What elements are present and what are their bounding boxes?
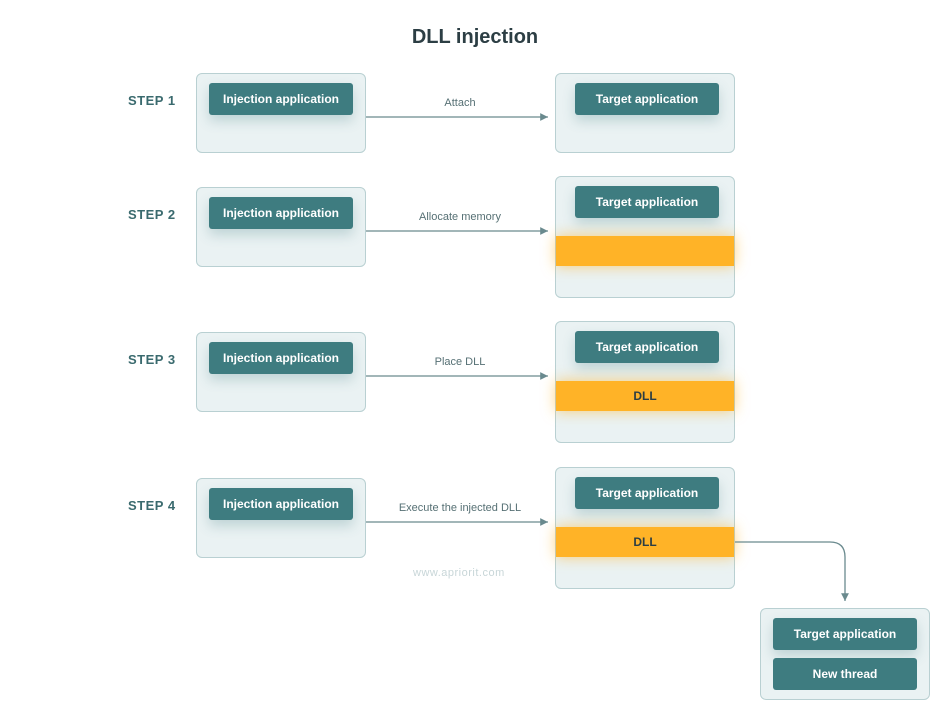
step4-result-arrow xyxy=(735,527,865,617)
step1-label: STEP 1 xyxy=(128,93,176,108)
diagram-stage: STEP 1 Injection application Target appl… xyxy=(0,0,950,725)
step4-right-chip: Target application xyxy=(575,477,719,509)
step4-result-top: Target application xyxy=(773,618,917,650)
step4-left-chip: Injection application xyxy=(209,488,353,520)
step3-arrow xyxy=(366,369,555,383)
watermark-text: www.apriorit.com xyxy=(413,567,505,579)
step2-arrow-label: Allocate memory xyxy=(380,211,540,223)
step4-result-bottom: New thread xyxy=(773,658,917,690)
step1-left-chip: Injection application xyxy=(209,83,353,115)
step1-right-chip: Target application xyxy=(575,83,719,115)
step4-dll-block: DLL xyxy=(556,527,734,557)
step2-right-chip: Target application xyxy=(575,186,719,218)
step4-arrow xyxy=(366,515,555,529)
step2-left-chip: Injection application xyxy=(209,197,353,229)
step2-memory-block xyxy=(556,236,734,266)
step2-label: STEP 2 xyxy=(128,207,176,222)
step1-arrow-label: Attach xyxy=(380,97,540,109)
step3-label: STEP 3 xyxy=(128,352,176,367)
step4-label: STEP 4 xyxy=(128,498,176,513)
step3-right-chip: Target application xyxy=(575,331,719,363)
step3-dll-block: DLL xyxy=(556,381,734,411)
step4-arrow-label: Execute the injected DLL xyxy=(380,502,540,514)
step1-arrow xyxy=(366,110,555,124)
step2-arrow xyxy=(366,224,555,238)
step3-arrow-label: Place DLL xyxy=(380,356,540,368)
step3-left-chip: Injection application xyxy=(209,342,353,374)
